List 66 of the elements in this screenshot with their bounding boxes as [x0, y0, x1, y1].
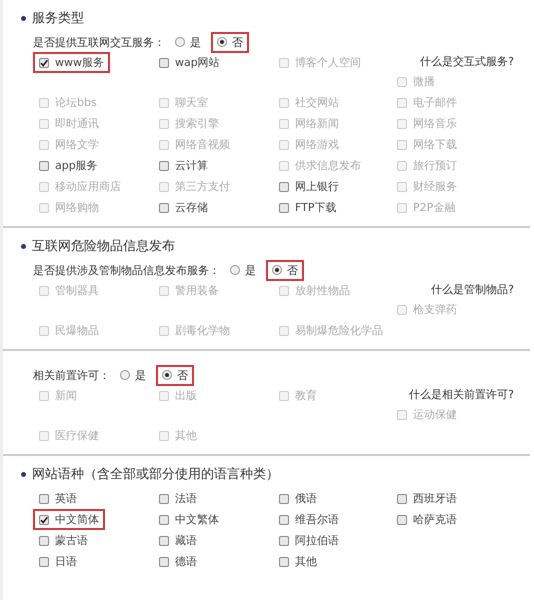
- question-label: 相关前置许可：: [33, 368, 110, 382]
- checkbox-option[interactable]: 其他: [273, 551, 323, 572]
- checkbox-option[interactable]: www服务: [33, 52, 110, 73]
- checkbox-option[interactable]: 英语: [33, 488, 83, 509]
- checkbox[interactable]: [159, 514, 169, 524]
- checkbox[interactable]: [279, 556, 289, 566]
- checkbox[interactable]: [397, 494, 407, 504]
- checkbox-option[interactable]: 法语: [153, 488, 203, 509]
- checkbox-option[interactable]: app服务: [33, 155, 104, 176]
- bullet-icon: [21, 16, 26, 20]
- checkbox-option[interactable]: 云计算: [153, 155, 214, 176]
- checkbox-option[interactable]: 藏语: [153, 530, 203, 551]
- help-link[interactable]: 什么是管制物品?: [431, 282, 514, 297]
- help-link[interactable]: 什么是相关前置许可?: [409, 387, 514, 402]
- checkbox[interactable]: [159, 160, 169, 170]
- checkbox-option[interactable]: 哈萨克语: [391, 509, 463, 530]
- radio-option[interactable]: 是: [224, 260, 262, 280]
- checkbox[interactable]: [159, 536, 169, 546]
- radio-button[interactable]: [272, 265, 282, 275]
- section-title: 服务类型: [32, 10, 84, 27]
- checkbox-option[interactable]: 西班牙语: [391, 488, 463, 509]
- radio-option[interactable]: 否: [211, 32, 249, 52]
- radio-option[interactable]: 是: [114, 364, 152, 386]
- checkbox-option[interactable]: 俄语: [273, 488, 323, 509]
- checkbox-option[interactable]: 日语: [33, 551, 83, 572]
- checkbox[interactable]: [39, 494, 49, 504]
- bullet-icon: [21, 244, 26, 248]
- radio-option[interactable]: 是: [169, 32, 207, 52]
- section-title: 网站语种（含全部或部分使用的语言种类）: [32, 466, 279, 483]
- checkbox[interactable]: [279, 494, 289, 504]
- checkbox[interactable]: [279, 536, 289, 546]
- checkbox-option[interactable]: 阿拉伯语: [273, 530, 345, 551]
- checkbox[interactable]: [39, 160, 49, 170]
- checkbox-option[interactable]: 中文繁体: [153, 509, 225, 530]
- question-label: 是否提供互联网交互服务：: [33, 34, 165, 50]
- checkbox[interactable]: [39, 58, 49, 68]
- checkbox-option[interactable]: 德语: [153, 551, 203, 572]
- checkbox-option[interactable]: wap网站: [153, 52, 226, 73]
- checkbox-option[interactable]: 维吾尔语: [273, 509, 345, 530]
- checkbox[interactable]: [397, 514, 407, 524]
- checkbox[interactable]: [39, 514, 49, 524]
- question-label: 是否提供涉及管制物品信息发布服务：: [33, 262, 220, 278]
- checkbox[interactable]: [159, 58, 169, 68]
- bullet-icon: [21, 472, 26, 476]
- radio-button[interactable]: [230, 265, 240, 275]
- checkbox-option[interactable]: 蒙古语: [33, 530, 94, 551]
- section-title: 互联网危险物品信息发布: [32, 238, 175, 255]
- checkbox[interactable]: [39, 536, 49, 546]
- help-link[interactable]: 什么是交互式服务?: [420, 54, 514, 69]
- checkbox-option[interactable]: FTP下载: [273, 197, 342, 218]
- checkbox[interactable]: [39, 556, 49, 566]
- checkbox-option[interactable]: 网上银行: [273, 176, 345, 197]
- checkbox[interactable]: [159, 556, 169, 566]
- radio-button[interactable]: [175, 37, 185, 47]
- checkbox[interactable]: [279, 182, 289, 192]
- radio-button[interactable]: [120, 370, 130, 380]
- checkbox-option[interactable]: 云存储: [153, 197, 214, 218]
- radio-button[interactable]: [162, 370, 172, 380]
- checkbox[interactable]: [279, 202, 289, 212]
- checkbox-option[interactable]: 中文简体: [33, 509, 105, 530]
- checkbox[interactable]: [159, 494, 169, 504]
- checkbox[interactable]: [159, 202, 169, 212]
- radio-option[interactable]: 否: [156, 364, 194, 386]
- checkbox[interactable]: [279, 514, 289, 524]
- radio-option[interactable]: 否: [266, 260, 304, 280]
- radio-button[interactable]: [217, 37, 227, 47]
